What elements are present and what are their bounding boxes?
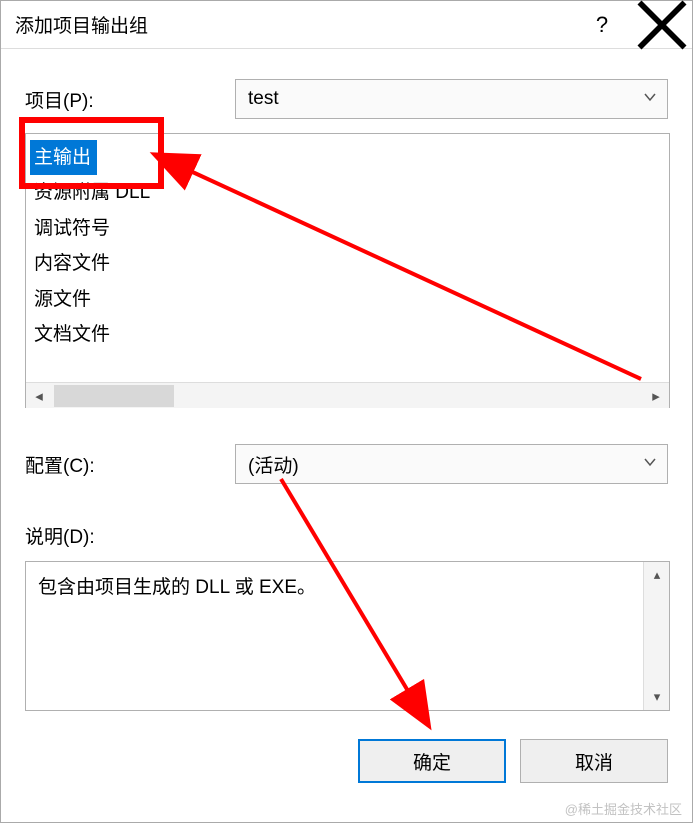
horizontal-scrollbar[interactable]: ◂ ▸ xyxy=(26,382,669,408)
description-box: 包含由项目生成的 DLL 或 EXE。 ▴ ▾ xyxy=(25,561,670,711)
chevron-down-icon xyxy=(643,88,657,110)
config-value: (活动) xyxy=(248,451,299,478)
watermark: @稀土掘金技术社区 xyxy=(565,799,682,818)
help-icon: ? xyxy=(596,12,608,38)
scroll-right-arrow[interactable]: ▸ xyxy=(643,383,669,409)
cancel-button[interactable]: 取消 xyxy=(520,739,668,783)
dialog-window: 添加项目输出组 ? 项目(P): test 主输出 资源附属 DLL 调试符号 … xyxy=(0,0,693,823)
output-listbox[interactable]: 主输出 资源附属 DLL 调试符号 内容文件 源文件 文档文件 ◂ ▸ xyxy=(25,133,670,408)
dialog-title: 添加项目输出组 xyxy=(15,11,572,38)
project-combobox[interactable]: test xyxy=(235,79,668,119)
titlebar: 添加项目输出组 ? xyxy=(1,1,692,49)
list-item[interactable]: 源文件 xyxy=(30,282,665,317)
vertical-scrollbar[interactable]: ▴ ▾ xyxy=(643,562,669,710)
list-item[interactable]: 内容文件 xyxy=(30,246,665,281)
list-item[interactable]: 资源附属 DLL xyxy=(30,175,665,210)
scroll-up-arrow[interactable]: ▴ xyxy=(644,562,670,588)
description-label: 说明(D): xyxy=(25,522,668,549)
scroll-left-arrow[interactable]: ◂ xyxy=(26,383,52,409)
scroll-down-arrow[interactable]: ▾ xyxy=(644,684,670,710)
list-item[interactable]: 主输出 xyxy=(30,140,97,175)
description-text: 包含由项目生成的 DLL 或 EXE。 xyxy=(26,562,643,710)
button-row: 确定 取消 xyxy=(25,739,668,783)
close-icon xyxy=(632,0,692,55)
config-row: 配置(C): (活动) xyxy=(25,444,668,484)
help-button[interactable]: ? xyxy=(572,1,632,49)
list-item[interactable]: 调试符号 xyxy=(30,211,665,246)
config-label: 配置(C): xyxy=(25,451,235,478)
list-content: 主输出 资源附属 DLL 调试符号 内容文件 源文件 文档文件 xyxy=(26,134,669,382)
scroll-track[interactable] xyxy=(644,588,669,684)
config-combobox[interactable]: (活动) xyxy=(235,444,668,484)
close-button[interactable] xyxy=(632,1,692,49)
project-row: 项目(P): test xyxy=(25,79,668,119)
scroll-track[interactable] xyxy=(52,383,643,409)
scroll-thumb[interactable] xyxy=(54,385,174,407)
list-item[interactable]: 文档文件 xyxy=(30,317,665,352)
project-value: test xyxy=(248,88,279,110)
project-label: 项目(P): xyxy=(25,86,235,113)
ok-button[interactable]: 确定 xyxy=(358,739,506,783)
dialog-body: 项目(P): test 主输出 资源附属 DLL 调试符号 内容文件 源文件 文… xyxy=(1,49,692,803)
chevron-down-icon xyxy=(643,453,657,475)
